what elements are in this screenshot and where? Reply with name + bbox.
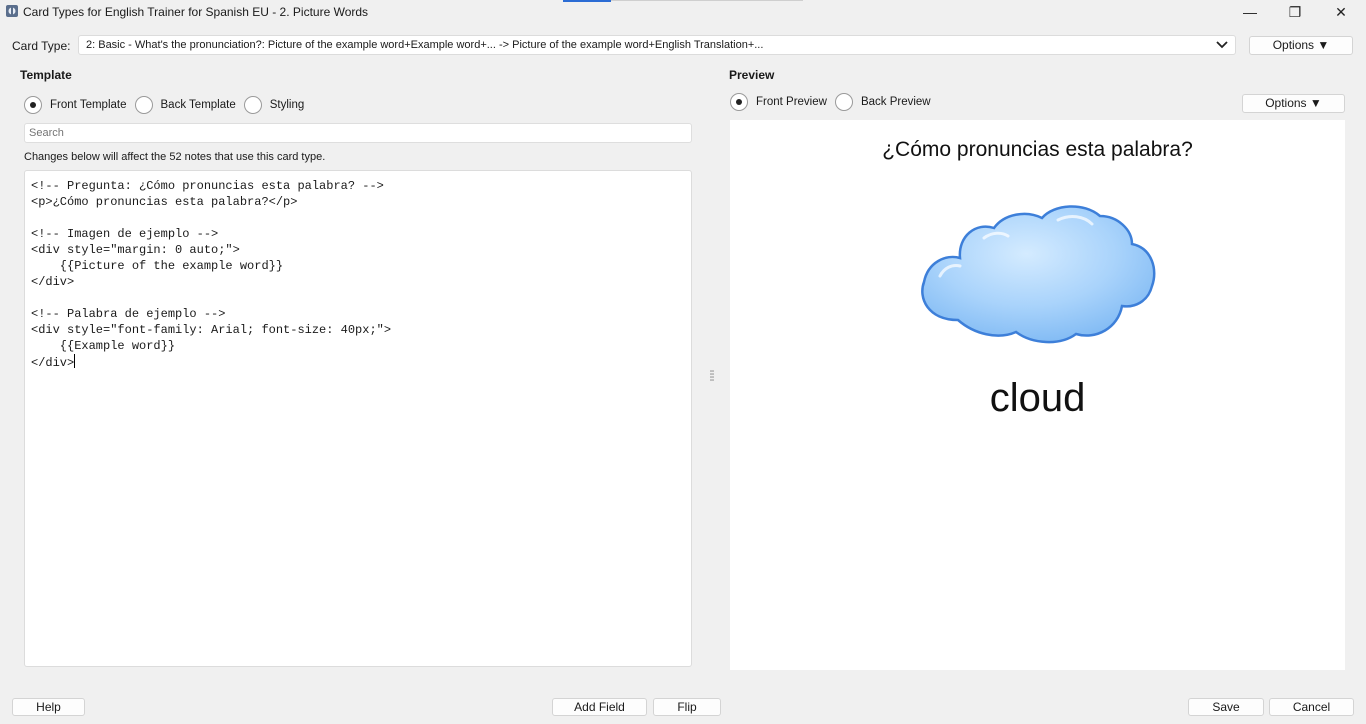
preview-options-button[interactable]: Options ▼ [1242, 94, 1345, 113]
preview-example-word: cloud [989, 376, 1086, 420]
code-line: <div style="font-family: Arial; font-siz… [31, 323, 392, 337]
back-preview-radio[interactable] [834, 93, 853, 111]
code-line: <div style="margin: 0 auto;"> [31, 243, 240, 257]
styling-radio[interactable] [243, 96, 262, 114]
changes-note: Changes below will affect the 52 notes t… [24, 151, 326, 163]
code-line: <!-- Pregunta: ¿Cómo pronuncias esta pal… [31, 179, 384, 193]
front-preview-label[interactable]: Front Preview [756, 96, 827, 108]
save-button[interactable]: Save [1188, 698, 1264, 716]
code-line-last: </div> [31, 354, 685, 370]
preview-question: ¿Cómo pronuncias esta palabra? [882, 138, 1193, 161]
close-window-button[interactable]: ✕ [1318, 0, 1364, 24]
minimize-button[interactable]: — [1227, 0, 1273, 24]
template-code-editor[interactable]: <!-- Pregunta: ¿Cómo pronuncias esta pal… [24, 170, 692, 667]
preview-section-title: Preview [729, 68, 775, 82]
front-template-radio[interactable] [24, 96, 42, 114]
card-type-label: Card Type: [12, 39, 71, 53]
front-template-label[interactable]: Front Template [50, 99, 127, 111]
code-line-text: </div> [31, 356, 75, 370]
maximize-button[interactable]: ❐ [1272, 0, 1318, 24]
code-line: <!-- Imagen de ejemplo --> [31, 227, 219, 241]
app-icon [6, 5, 18, 17]
code-line: </div> [31, 275, 75, 289]
code-line: {{Example word}} [31, 339, 176, 353]
back-preview-label[interactable]: Back Preview [861, 96, 931, 108]
chevron-down-icon [1216, 41, 1228, 49]
title-divider [611, 0, 803, 1]
back-template-label[interactable]: Back Template [161, 99, 236, 111]
flip-button[interactable]: Flip [653, 698, 721, 716]
pane-splitter-handle[interactable] [710, 369, 714, 383]
template-section-title: Template [20, 68, 72, 82]
cancel-button[interactable]: Cancel [1269, 698, 1354, 716]
text-caret [74, 354, 76, 368]
code-line: {{Picture of the example word}} [31, 259, 284, 273]
back-template-radio[interactable] [134, 96, 153, 114]
help-button[interactable]: Help [12, 698, 85, 716]
template-search-input[interactable] [24, 123, 692, 143]
code-line: <p>¿Cómo pronuncias esta palabra?</p> [31, 195, 298, 209]
template-radio-group: Front Template Back Template Styling [24, 96, 312, 114]
styling-label[interactable]: Styling [270, 99, 305, 111]
card-type-options-button[interactable]: Options ▼ [1249, 36, 1353, 55]
add-field-button[interactable]: Add Field [552, 698, 647, 716]
code-line: <!-- Palabra de ejemplo --> [31, 307, 226, 321]
window-title: Card Types for English Trainer for Spani… [23, 5, 369, 19]
card-type-select[interactable]: 2: Basic - What's the pronunciation?: Pi… [78, 35, 1236, 55]
card-type-value: 2: Basic - What's the pronunciation?: Pi… [86, 39, 764, 51]
preview-radio-group: Front Preview Back Preview [730, 93, 939, 111]
cloud-picture-icon [921, 205, 1156, 344]
title-focus-indicator [563, 0, 611, 2]
front-preview-radio[interactable] [730, 93, 748, 111]
card-preview: ¿Cómo pronuncias esta palabra? cloud [730, 120, 1345, 670]
